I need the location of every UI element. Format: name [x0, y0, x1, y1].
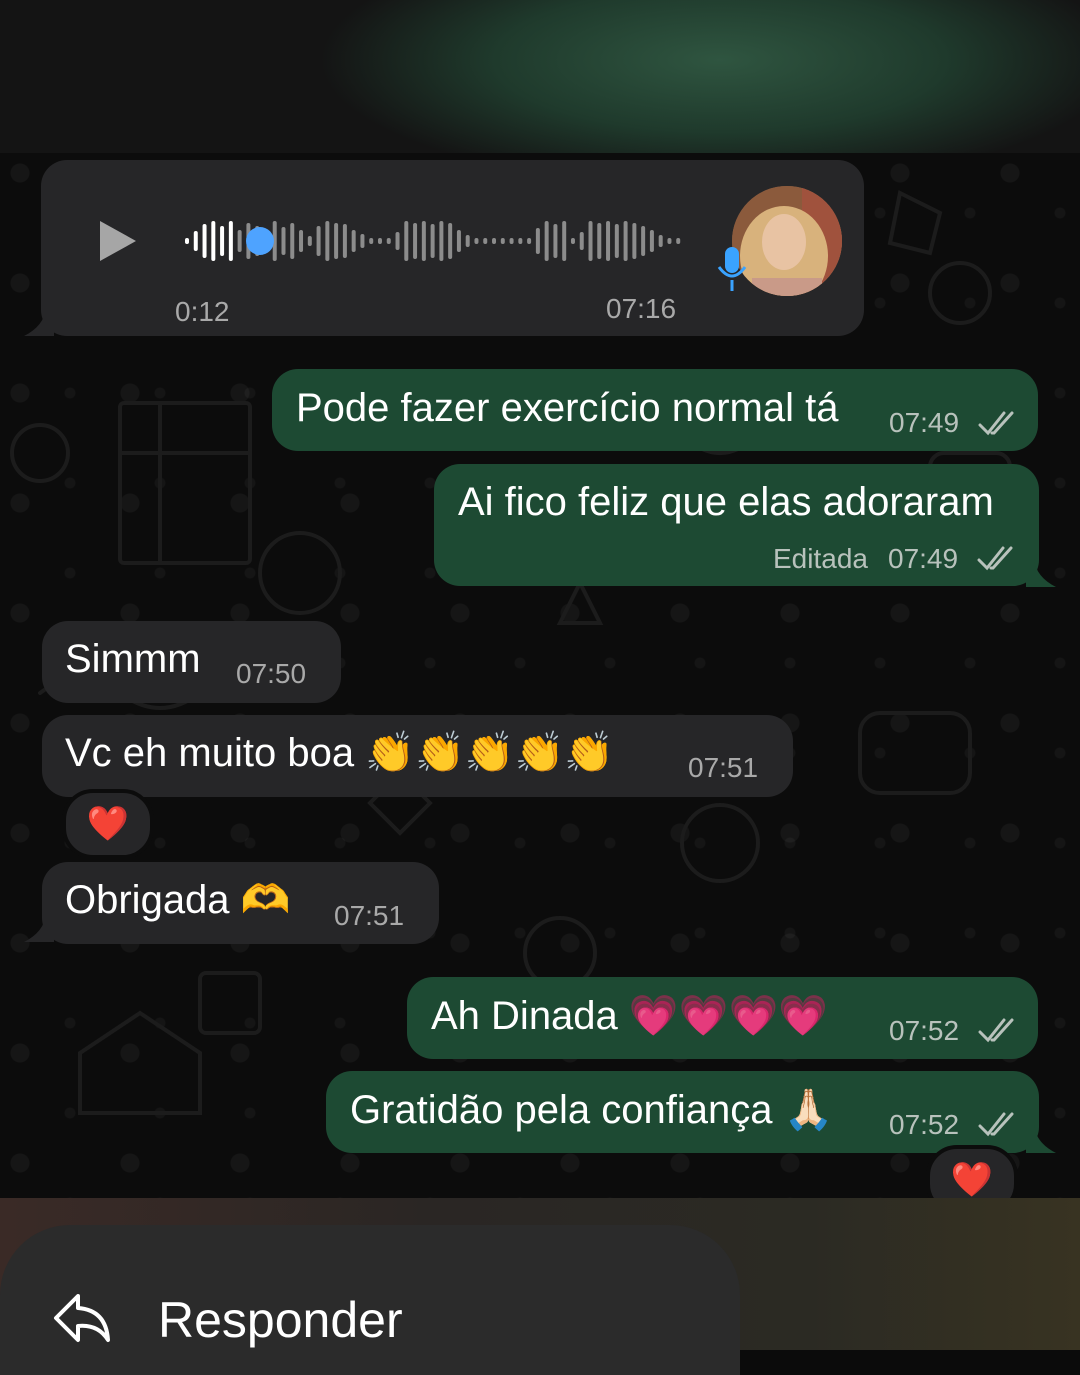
waveform-bar [430, 224, 435, 258]
chat-area[interactable]: 0:12 07:16 Pode fazer exercício normal t… [0, 153, 1080, 1198]
waveform-bar [185, 238, 189, 244]
avatar [732, 186, 842, 296]
message-time: 07:49 [888, 543, 959, 574]
reaction-badge[interactable]: ❤️ [62, 789, 154, 859]
waveform-bar [360, 234, 365, 248]
message-time: 07:51 [334, 900, 405, 931]
blurred-header [0, 0, 1080, 153]
double-check-icon [978, 411, 1014, 436]
waveform-bar [658, 235, 663, 247]
waveform-bar [369, 238, 374, 244]
waveform-bar [465, 235, 470, 247]
waveform-bar [377, 238, 382, 244]
waveform-bar [649, 230, 654, 252]
waveform-bar [325, 221, 330, 261]
playhead-handle[interactable] [246, 227, 274, 255]
waveform-bar [439, 221, 444, 261]
waveform-bar [614, 224, 619, 258]
waveform-bar [474, 238, 479, 244]
message-text: Pode fazer exercício normal tá [296, 386, 839, 430]
play-icon[interactable] [96, 219, 140, 263]
waveform-bar [316, 226, 321, 256]
waveform-bar [404, 221, 409, 261]
reply-label[interactable]: Responder [158, 1292, 403, 1348]
waveform-bar [290, 223, 295, 259]
edited-label: Editada [773, 543, 868, 574]
waveform-bar [307, 236, 312, 246]
message-time: 07:50 [236, 658, 307, 689]
waveform-bar [334, 223, 339, 259]
waveform-bar [509, 238, 514, 244]
waveform-bar [483, 238, 488, 244]
waveform-bar [500, 238, 505, 244]
waveform-bar [597, 223, 602, 259]
waveform-bar [544, 221, 549, 261]
message-text: Ah Dinada 💗💗💗💗 [431, 994, 829, 1038]
waveform-bar [553, 224, 558, 258]
waveform-bar [456, 230, 461, 252]
waveform-bar [606, 221, 611, 261]
waveform-bar [667, 238, 672, 244]
waveform-bar [395, 232, 400, 250]
waveform-bar [641, 226, 646, 256]
waveform-bar [386, 238, 391, 244]
waveform-bar [299, 230, 304, 252]
waveform-bar [237, 230, 242, 252]
waveform-bar [623, 221, 628, 261]
waveform-bar [448, 223, 453, 259]
bubble-tail [1026, 1125, 1056, 1153]
waveform-bar [570, 238, 575, 244]
waveform-bar [202, 224, 207, 258]
waveform-bar [535, 228, 540, 254]
waveform-bar [527, 238, 532, 244]
message-text: Simmm [65, 637, 201, 681]
waveform-bar [351, 230, 356, 252]
waveform-bar [518, 238, 523, 244]
waveform-bar [193, 231, 198, 251]
bubble-tail [24, 308, 54, 336]
waveform-bar [579, 232, 584, 250]
double-check-icon [977, 546, 1013, 571]
microphone-icon [717, 247, 747, 291]
waveform-bar [562, 221, 567, 261]
message-time: 07:52 [889, 1109, 960, 1140]
waveform-bar [588, 221, 593, 261]
waveform-bar [228, 221, 233, 261]
bubble-tail [24, 914, 54, 942]
waveform-bar [492, 238, 497, 244]
bubble-tail [1026, 559, 1056, 587]
waveform-bar [632, 223, 637, 259]
reply-icon[interactable] [52, 1292, 112, 1344]
audio-waveform[interactable] [184, 213, 684, 269]
message-text: Vc eh muito boa 👏👏👏👏👏 [65, 731, 615, 775]
double-check-icon [978, 1018, 1014, 1043]
waveform-bar [220, 226, 225, 256]
double-check-icon [978, 1112, 1014, 1137]
voice-duration: 0:12 [175, 296, 230, 327]
message-text: Obrigada 🫶 [65, 878, 291, 922]
message-time: 07:51 [688, 752, 759, 783]
message-text: Ai fico feliz que elas adoraram [458, 480, 994, 524]
message-time: 07:49 [889, 407, 960, 438]
waveform-bar [281, 227, 286, 255]
waveform-bar [342, 224, 347, 258]
message-text: Gratidão pela confiança 🙏🏻 [350, 1088, 834, 1132]
waveform-bar [413, 223, 418, 259]
voice-time: 07:16 [606, 293, 677, 324]
waveform-bar [211, 221, 216, 261]
waveform-bar [421, 221, 426, 261]
waveform-bar [676, 238, 681, 244]
message-time: 07:52 [889, 1015, 960, 1046]
reaction-badge[interactable]: ❤️ [926, 1145, 1018, 1198]
